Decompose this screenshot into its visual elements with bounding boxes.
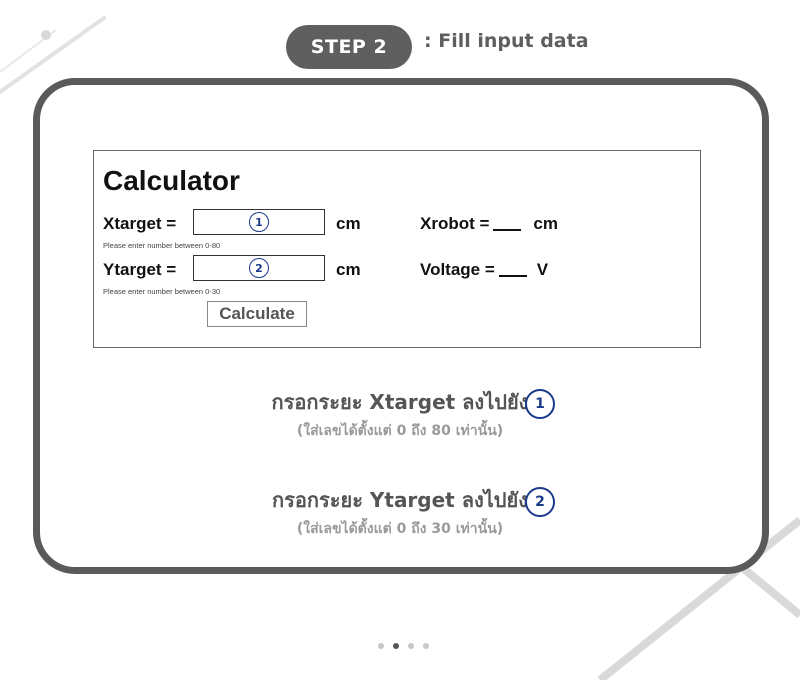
instruction-ytarget-text: กรอกระยะ Ytarget ลงไปยัง bbox=[272, 488, 528, 512]
xrobot-readout: Xrobot = cm bbox=[420, 214, 558, 234]
voltage-readout: Voltage = V bbox=[420, 260, 548, 280]
xtarget-hint: Please enter number between 0-80 bbox=[103, 241, 221, 250]
pagination-dots bbox=[378, 643, 429, 649]
ytarget-input[interactable]: 2 bbox=[193, 255, 325, 281]
marker-2-icon: 2 bbox=[249, 258, 269, 278]
instruction-xtarget: กรอกระยะ Xtarget ลงไปยัง (ใส่เลขได้ตั้งแ… bbox=[0, 386, 800, 442]
ytarget-hint: Please enter number between 0-30 bbox=[103, 287, 221, 296]
pagination-dot-3[interactable] bbox=[408, 643, 414, 649]
calculate-button[interactable]: Calculate bbox=[207, 301, 307, 327]
pagination-dot-4[interactable] bbox=[423, 643, 429, 649]
instruction-xtarget-text: กรอกระยะ Xtarget ลงไปยัง bbox=[271, 390, 529, 414]
ytarget-label: Ytarget = bbox=[103, 260, 177, 279]
xtarget-input[interactable]: 1 bbox=[193, 209, 325, 235]
voltage-unit: V bbox=[536, 260, 549, 279]
instruction-ytarget-range: (ใส่เลขได้ตั้งแต่ 0 ถึง 30 เท่านั้น) bbox=[296, 521, 504, 537]
pagination-dot-2[interactable] bbox=[393, 643, 399, 649]
marker-1-large-icon: 1 bbox=[525, 389, 555, 419]
xrobot-value-blank bbox=[493, 229, 522, 231]
voltage-label: Voltage = bbox=[420, 260, 495, 279]
ytarget-unit: cm bbox=[336, 260, 361, 279]
marker-2-large-icon: 2 bbox=[525, 487, 555, 517]
calculator-panel: Calculator Xtarget = 1 cm Please enter n… bbox=[93, 150, 701, 348]
instruction-xtarget-range: (ใส่เลขได้ตั้งแต่ 0 ถึง 80 เท่านั้น) bbox=[296, 423, 504, 439]
step-description: : Fill input data bbox=[424, 30, 589, 52]
calculator-title: Calculator bbox=[103, 165, 240, 196]
pagination-dot-1[interactable] bbox=[378, 643, 384, 649]
instruction-ytarget: กรอกระยะ Ytarget ลงไปยัง (ใส่เลขได้ตั้งแ… bbox=[0, 484, 800, 540]
step-badge: STEP 2 bbox=[286, 25, 412, 69]
xrobot-unit: cm bbox=[533, 214, 558, 233]
xtarget-label: Xtarget = bbox=[103, 214, 177, 233]
xrobot-label: Xrobot = bbox=[420, 214, 490, 233]
voltage-value-blank bbox=[498, 275, 527, 277]
xtarget-unit: cm bbox=[336, 214, 361, 233]
marker-1-icon: 1 bbox=[249, 212, 269, 232]
